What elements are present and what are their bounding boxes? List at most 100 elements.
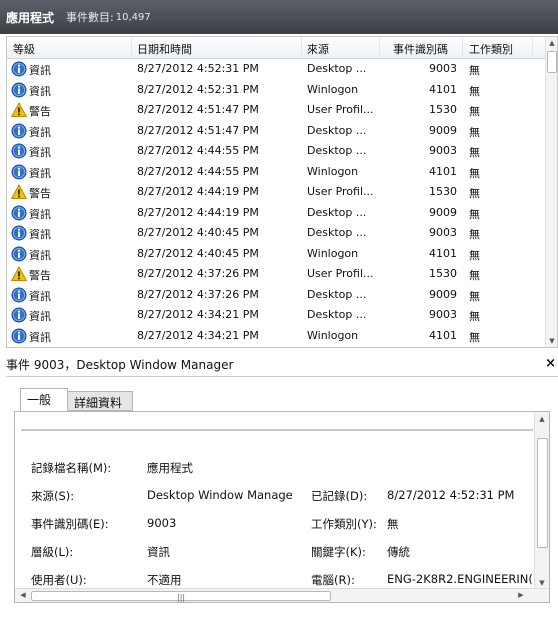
source-cell: Winlogon	[307, 328, 359, 342]
category-cell: 無	[469, 330, 480, 344]
date-cell: 8/27/2012 4:40:45 PM	[137, 226, 259, 239]
detail-scroll-down-icon[interactable]: ▼	[536, 579, 548, 587]
event-count-label: 事件數目:	[66, 11, 114, 24]
date-cell: 8/27/2012 4:44:19 PM	[137, 205, 259, 219]
category-cell: 無	[469, 228, 480, 241]
tab-details[interactable]: 詳細資料	[67, 391, 133, 411]
source-label: 來源(S):	[31, 489, 75, 503]
keywords-label: 關鍵字(K):	[311, 545, 366, 559]
source-cell: Desktop ...	[307, 287, 367, 301]
scroll-down-arrow-icon[interactable]: ▼	[546, 337, 557, 345]
event-id-label: 事件識別碼(E):	[31, 517, 109, 531]
level-cell: 資訊	[29, 289, 51, 303]
event-id-cell: 1530	[429, 267, 457, 280]
level-value: 資訊	[147, 545, 170, 559]
date-cell: 8/27/2012 4:51:47 PM	[137, 103, 259, 116]
logged-value: 8/27/2012 4:52:31 PM	[387, 488, 515, 502]
column-level[interactable]: 等級	[13, 41, 35, 57]
level-label: 層級(L):	[31, 545, 74, 559]
table-row[interactable]: 警告 8/27/2012 4:44:19 PM User Profil... 1530…	[7, 182, 547, 203]
source-cell: Winlogon	[307, 246, 359, 260]
table-row[interactable]: 資訊 8/27/2012 4:34:21 PM Winlogon 4101 無	[7, 326, 547, 347]
close-icon[interactable]: ×	[545, 356, 556, 371]
list-scroll-thumb[interactable]	[547, 51, 557, 73]
column-date[interactable]: 日期和時間	[137, 41, 192, 57]
category-cell: 無	[469, 105, 480, 118]
event-id-cell: 9009	[429, 123, 457, 137]
table-row[interactable]: 資訊 8/27/2012 4:52:31 PM Desktop ... 9003 無	[7, 59, 547, 80]
task-category-value: 無	[387, 517, 399, 531]
date-cell: 8/27/2012 4:44:19 PM	[137, 185, 259, 198]
source-cell: Winlogon	[307, 82, 359, 96]
log-name-label: 記錄檔名稱(M):	[31, 461, 112, 475]
source-cell: User Profil...	[307, 185, 374, 198]
table-row[interactable]: 資訊 8/27/2012 4:34:21 PM Desktop ... 9003 無	[7, 305, 547, 326]
detail-title: 事件 9003，Desktop Window Manager	[6, 358, 234, 372]
level-cell: 資訊	[29, 166, 51, 180]
scroll-up-arrow-icon[interactable]: ▲	[546, 39, 557, 47]
level-cell: 資訊	[29, 310, 51, 323]
column-header: 等級 日期和時間 來源 事件識別碼 工作類別	[7, 37, 547, 59]
category-cell: 無	[469, 166, 480, 180]
scroll-left-icon[interactable]: ◀	[17, 591, 29, 599]
source-cell: User Profil...	[307, 103, 374, 116]
table-row[interactable]: 資訊 8/27/2012 4:40:45 PM Desktop ... 9003 無	[7, 223, 547, 244]
computer-label: 電腦(R):	[311, 573, 355, 587]
table-row[interactable]: 資訊 8/27/2012 4:40:45 PM Winlogon 4101 無	[7, 244, 547, 265]
event-id-cell: 4101	[429, 164, 457, 178]
event-id-value: 9003	[147, 516, 177, 530]
detail-vertical-scrollbar[interactable]: ▲ ▼	[534, 412, 549, 590]
category-cell: 無	[469, 125, 480, 139]
task-category-label: 工作類別(Y):	[311, 517, 377, 531]
event-id-cell: 9009	[429, 287, 457, 301]
event-id-cell: 4101	[429, 328, 457, 342]
table-row[interactable]: 資訊 8/27/2012 4:44:55 PM Desktop ... 9003 無	[7, 141, 547, 162]
event-id-cell: 9009	[429, 205, 457, 219]
column-event-id[interactable]: 事件識別碼	[393, 41, 448, 57]
level-cell: 資訊	[29, 84, 51, 98]
source-cell: User Profil...	[307, 267, 374, 280]
date-cell: 8/27/2012 4:44:55 PM	[137, 164, 259, 178]
table-row[interactable]: 資訊 8/27/2012 4:44:55 PM Winlogon 4101 無	[7, 162, 547, 183]
column-source[interactable]: 來源	[307, 41, 329, 57]
table-row[interactable]: 資訊 8/27/2012 4:51:47 PM Desktop ... 9009 無	[7, 121, 547, 142]
table-row[interactable]: 資訊 8/27/2012 4:37:26 PM Desktop ... 9009 無	[7, 285, 547, 306]
event-list[interactable]: 等級 日期和時間 來源 事件識別碼 工作類別 資訊 8/27/2012 4:52:…	[6, 36, 558, 348]
tab-general[interactable]: 一般	[20, 388, 68, 412]
level-cell: 資訊	[29, 248, 51, 262]
user-value: 不適用	[147, 573, 182, 587]
event-count-value: 10,497	[115, 11, 151, 23]
event-id-cell: 9003	[429, 144, 457, 157]
event-id-cell: 9003	[429, 308, 457, 321]
date-cell: 8/27/2012 4:37:26 PM	[137, 267, 259, 280]
event-id-cell: 4101	[429, 246, 457, 260]
keywords-value: 傳統	[387, 545, 410, 559]
event-id-cell: 1530	[429, 103, 457, 116]
log-name-value: 應用程式	[147, 461, 193, 475]
column-category[interactable]: 工作類別	[469, 41, 513, 57]
source-cell: Desktop ...	[307, 123, 367, 137]
detail-scroll-up-icon[interactable]: ▲	[536, 415, 548, 423]
source-cell: Desktop ...	[307, 205, 367, 219]
user-label: 使用者(U):	[31, 573, 87, 587]
category-cell: 無	[469, 187, 480, 200]
detail-pane: 一般 詳細資料 記錄檔名稱(M): 應用程式 來源(S): Desktop Wi…	[6, 376, 558, 619]
level-cell: 資訊	[29, 146, 51, 159]
level-cell: 資訊	[29, 207, 51, 221]
list-vertical-scrollbar[interactable]: ▲ ▼	[545, 37, 557, 347]
category-cell: 無	[469, 64, 480, 77]
scroll-right-icon[interactable]: ▶	[515, 591, 527, 599]
source-cell: Desktop ...	[307, 226, 367, 239]
date-cell: 8/27/2012 4:44:55 PM	[137, 144, 259, 157]
table-row[interactable]: 資訊 8/27/2012 4:44:19 PM Desktop ... 9009 無	[7, 203, 547, 224]
computer-value: ENG-2K8R2.ENGINEERIN(	[387, 572, 533, 586]
detail-horizontal-scrollbar[interactable]: ◀ ||| ▶	[15, 588, 549, 602]
table-row[interactable]: 資訊 8/27/2012 4:52:31 PM Winlogon 4101 無	[7, 80, 547, 101]
category-cell: 無	[469, 310, 480, 323]
table-row[interactable]: 警告 8/27/2012 4:37:26 PM User Profil... 1530…	[7, 264, 547, 285]
detail-vscroll-thumb[interactable]	[537, 438, 548, 548]
title-bar: 應用程式 事件數目: 10,497	[0, 0, 558, 34]
table-row[interactable]: 警告 8/27/2012 4:51:47 PM User Profil... 1530…	[7, 100, 547, 121]
category-cell: 無	[469, 269, 480, 282]
detail-hscroll-thumb[interactable]: |||	[31, 591, 331, 602]
